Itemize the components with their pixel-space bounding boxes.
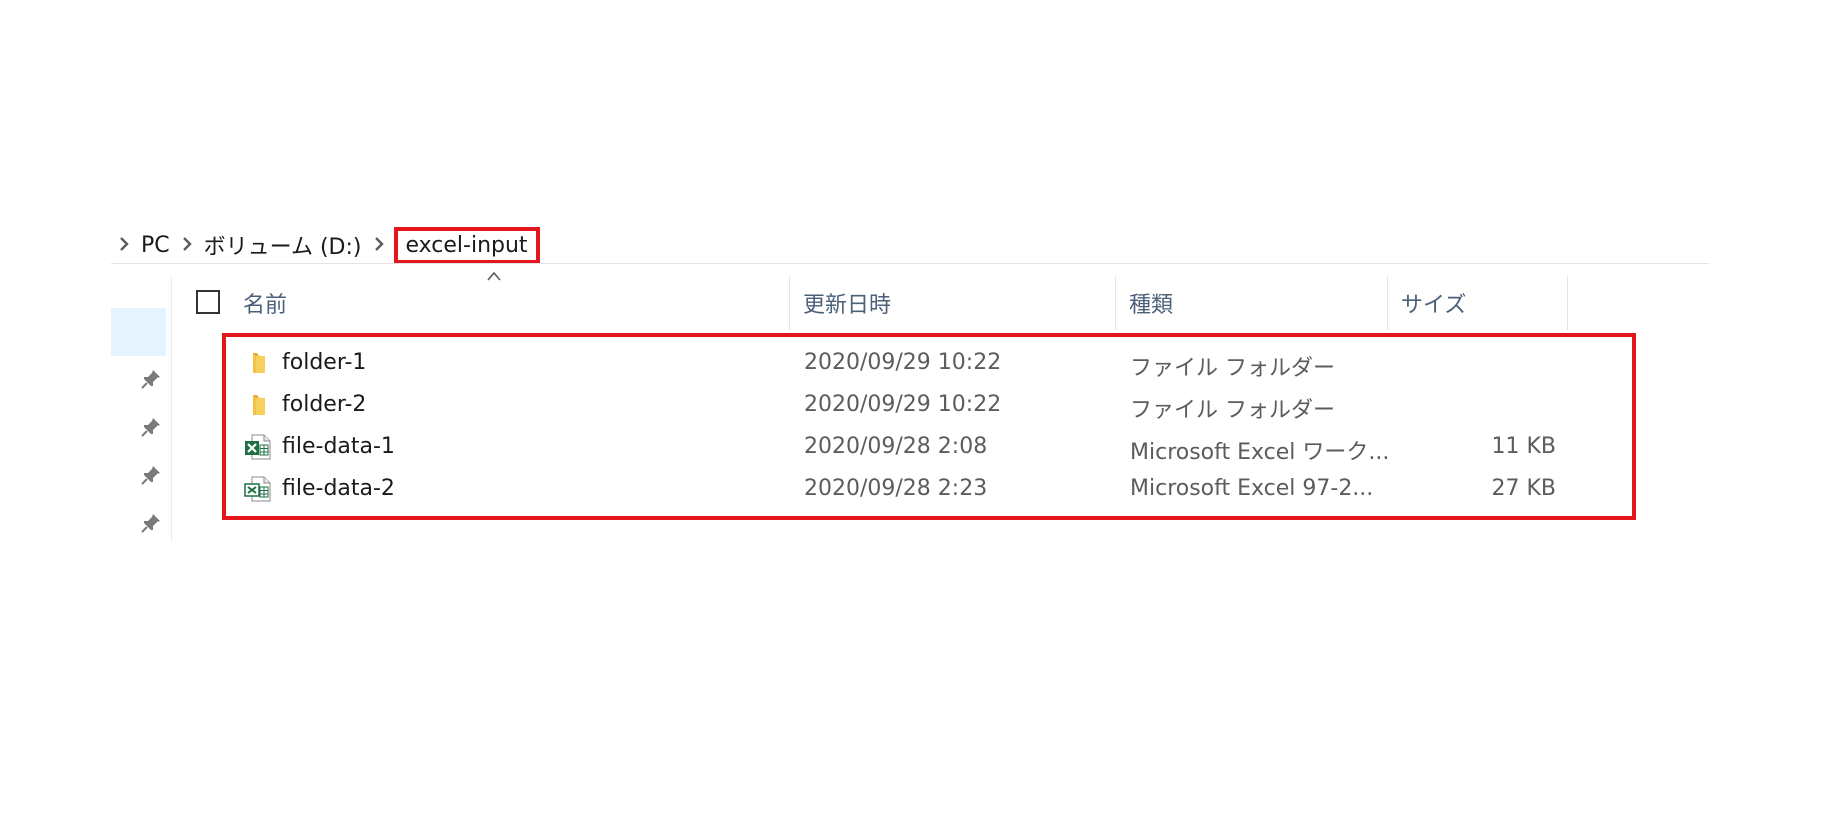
file-modified: 2020/09/28 2:08 <box>804 434 988 459</box>
breadcrumb: PC ボリューム (D:) excel-input <box>111 224 540 266</box>
file-modified: 2020/09/29 10:22 <box>804 350 1002 375</box>
column-divider[interactable] <box>1115 276 1116 330</box>
column-header-name[interactable]: 名前 <box>243 278 789 328</box>
breadcrumb-item-volume-d[interactable]: ボリューム (D:) <box>200 229 366 261</box>
column-header-size[interactable]: サイズ <box>1401 278 1569 328</box>
pin-icon[interactable] <box>139 367 163 391</box>
chevron-right-icon[interactable] <box>366 236 392 255</box>
pin-icon[interactable] <box>139 415 163 439</box>
breadcrumb-item-current-folder[interactable]: excel-input <box>393 226 540 264</box>
chevron-right-icon[interactable] <box>174 236 200 255</box>
file-type: ファイル フォルダー <box>1130 356 1335 381</box>
excel-xlsx-icon <box>245 434 271 460</box>
breadcrumb-item-pc[interactable]: PC <box>137 233 174 258</box>
file-type: Microsoft Excel ワーク... <box>1130 440 1390 465</box>
file-type: Microsoft Excel 97-2... <box>1130 476 1374 501</box>
column-header-type-label: 種類 <box>1129 293 1174 318</box>
file-type: ファイル フォルダー <box>1130 398 1335 423</box>
address-bar-divider <box>111 263 1709 264</box>
column-header-size-label: サイズ <box>1401 293 1467 318</box>
file-row[interactable]: folder-1 2020/09/29 10:22 ファイル フォルダー <box>240 342 1620 384</box>
column-header-type[interactable]: 種類 <box>1129 278 1387 328</box>
select-all-checkbox[interactable] <box>196 290 220 314</box>
file-name: file-data-2 <box>282 476 395 501</box>
chevron-right-icon[interactable] <box>111 236 137 255</box>
nav-selected-item[interactable] <box>111 308 166 356</box>
file-name: folder-1 <box>282 350 367 375</box>
navigation-pane <box>111 276 172 541</box>
column-header-name-label: 名前 <box>243 293 288 318</box>
file-row[interactable]: file-data-2 2020/09/28 2:23 Microsoft Ex… <box>240 468 1620 510</box>
column-header-modified-label: 更新日時 <box>803 293 892 318</box>
column-divider[interactable] <box>789 276 790 330</box>
file-size: 11 KB <box>1491 434 1556 459</box>
pin-icon[interactable] <box>139 463 163 487</box>
folder-icon <box>253 353 265 373</box>
column-header-modified[interactable]: 更新日時 <box>803 278 1113 328</box>
file-name: file-data-1 <box>282 434 395 459</box>
file-row[interactable]: folder-2 2020/09/29 10:22 ファイル フォルダー <box>240 384 1620 426</box>
file-size: 27 KB <box>1491 476 1556 501</box>
pin-icon[interactable] <box>139 511 163 535</box>
folder-icon <box>253 395 265 415</box>
column-divider[interactable] <box>1567 276 1568 330</box>
file-modified: 2020/09/29 10:22 <box>804 392 1002 417</box>
file-row[interactable]: file-data-1 2020/09/28 2:08 Microsoft Ex… <box>240 426 1620 468</box>
excel-xls-icon <box>244 476 271 502</box>
file-name: folder-2 <box>282 392 367 417</box>
file-modified: 2020/09/28 2:23 <box>804 476 988 501</box>
column-divider[interactable] <box>1387 276 1388 330</box>
